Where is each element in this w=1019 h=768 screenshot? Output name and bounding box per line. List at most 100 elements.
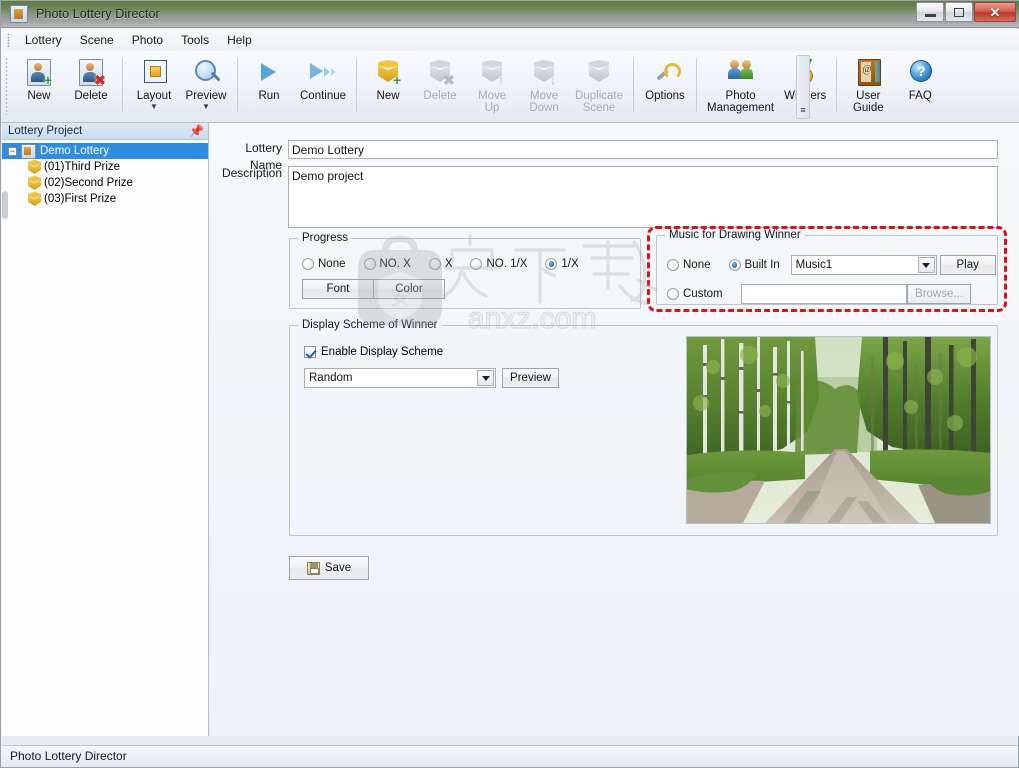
run-play-icon bbox=[254, 57, 284, 87]
progress-radio-no-x[interactable]: NO. X bbox=[363, 258, 411, 270]
music-group-title: Music for Drawing Winner bbox=[665, 229, 805, 241]
music-browse-button[interactable]: Browse... bbox=[907, 284, 971, 304]
progress-radio-x[interactable]: X bbox=[428, 258, 453, 270]
ribbon-user-guide-button[interactable]: User Guide bbox=[842, 53, 894, 116]
chevron-down-icon[interactable] bbox=[917, 257, 935, 273]
ribbon-faq-button[interactable]: ? FAQ bbox=[894, 53, 946, 104]
ribbon-options-button[interactable]: Options bbox=[639, 53, 691, 104]
panel-title: Lottery Project bbox=[8, 125, 83, 137]
description-input[interactable] bbox=[288, 166, 998, 228]
ribbon-new-scene-button[interactable]: + New bbox=[362, 53, 414, 104]
ribbon-separator bbox=[696, 58, 697, 112]
menu-item-photo[interactable]: Photo bbox=[123, 30, 172, 50]
radio-label: Built In bbox=[744, 259, 780, 271]
radio-label: None bbox=[683, 259, 711, 271]
display-scheme-preview-button[interactable]: Preview bbox=[502, 368, 559, 388]
display-scheme-group-title: Display Scheme of Winner bbox=[298, 319, 442, 331]
tree-item-first-prize[interactable]: (03)First Prize bbox=[2, 191, 208, 207]
description-row: Description bbox=[210, 166, 998, 228]
ribbon-button-label: Layout bbox=[136, 90, 172, 102]
chevron-down-icon[interactable]: ▼ bbox=[202, 103, 210, 111]
tree-item-second-prize[interactable]: (02)Second Prize bbox=[2, 175, 208, 191]
checkbox-label: Enable Display Scheme bbox=[321, 346, 444, 358]
ribbon-preview-button[interactable]: Preview ▼ bbox=[180, 53, 232, 112]
close-icon: ✕ bbox=[989, 4, 1001, 20]
menu-item-scene[interactable]: Scene bbox=[71, 30, 123, 50]
ribbon-expand-button[interactable]: ≡ bbox=[796, 55, 810, 119]
new-lottery-icon: + bbox=[24, 57, 54, 87]
save-button[interactable]: Save bbox=[289, 556, 369, 580]
ribbon-layout-button[interactable]: Layout ▼ bbox=[128, 53, 180, 112]
tree-item-label: (03)First Prize bbox=[44, 193, 117, 205]
status-bar: Photo Lottery Director bbox=[2, 745, 1018, 766]
menu-grip-handle[interactable] bbox=[7, 33, 10, 47]
radio-label: NO. X bbox=[379, 258, 411, 270]
ribbon-button-label: New bbox=[376, 90, 400, 102]
tree-item-third-prize[interactable]: (01)Third Prize bbox=[2, 159, 208, 175]
tree-item-demo-lottery[interactable]: − Demo Lottery bbox=[2, 143, 208, 159]
ribbon-button-label: Continue bbox=[300, 90, 347, 102]
music-radio-none[interactable]: None bbox=[667, 259, 711, 271]
close-button[interactable]: ✕ bbox=[974, 2, 1016, 22]
scene-cube-icon bbox=[28, 160, 41, 174]
status-text: Photo Lottery Director bbox=[10, 749, 127, 763]
music-play-button[interactable]: Play bbox=[939, 255, 996, 275]
music-builtin-row: None Built In Music1 Play bbox=[667, 255, 996, 275]
radio-label: Custom bbox=[683, 288, 723, 300]
music-custom-row: Custom Browse... bbox=[667, 284, 971, 304]
ribbon-button-label: Options bbox=[645, 90, 685, 102]
display-scheme-group: Display Scheme of Winner Enable Display … bbox=[289, 319, 998, 536]
duplicate-scene-icon bbox=[584, 57, 614, 87]
chevron-down-icon[interactable]: ▼ bbox=[150, 103, 158, 111]
ribbon-move-down-button: ↓ Move Down bbox=[518, 53, 570, 116]
progress-radio-1x[interactable]: 1/X bbox=[545, 258, 579, 270]
menu-bar: Lottery Scene Photo Tools Help bbox=[1, 29, 1019, 51]
ribbon-separator bbox=[836, 58, 838, 112]
enable-display-scheme-checkbox[interactable]: Enable Display Scheme bbox=[304, 346, 443, 358]
panel-header: Lottery Project 📌 bbox=[2, 123, 208, 140]
radio-icon bbox=[470, 258, 483, 270]
ribbon-photo-management-button[interactable]: Photo Management bbox=[702, 53, 779, 116]
menu-item-tools[interactable]: Tools bbox=[172, 30, 218, 50]
music-builtin-combo[interactable]: Music1 bbox=[790, 255, 937, 275]
radio-label: X bbox=[444, 258, 453, 270]
ribbon-continue-button[interactable]: Continue bbox=[295, 53, 351, 104]
music-radio-custom[interactable]: Custom bbox=[667, 288, 741, 300]
panel-scrollbar-thumb[interactable] bbox=[2, 191, 8, 219]
chevron-down-icon[interactable] bbox=[477, 370, 494, 386]
pin-icon[interactable]: 📌 bbox=[189, 125, 204, 137]
minimize-button[interactable] bbox=[916, 2, 944, 22]
ribbon-button-label: Delete bbox=[74, 90, 108, 102]
menu-item-lottery[interactable]: Lottery bbox=[16, 30, 71, 50]
ribbon-separator bbox=[122, 58, 123, 112]
title-bar: Photo Lottery Director ✕ bbox=[1, 1, 1019, 28]
music-custom-path-input[interactable] bbox=[741, 284, 907, 304]
minimize-icon bbox=[924, 14, 936, 17]
progress-radio-no-1x[interactable]: NO. 1/X bbox=[470, 258, 527, 270]
ribbon-grip-handle[interactable] bbox=[5, 57, 8, 115]
progress-radio-none[interactable]: None bbox=[302, 258, 346, 270]
progress-color-button[interactable]: Color bbox=[373, 279, 445, 299]
ribbon-separator bbox=[356, 58, 358, 112]
ribbon-delete-lottery-button[interactable]: ✖ Delete bbox=[65, 53, 117, 104]
display-scheme-combo[interactable]: Random bbox=[304, 368, 496, 388]
radio-icon bbox=[428, 258, 441, 270]
progress-radio-group: None NO. X X NO. 1/X 1/X bbox=[302, 258, 597, 270]
ribbon-button-label: FAQ bbox=[908, 90, 932, 102]
lottery-name-input[interactable] bbox=[288, 140, 998, 159]
music-radio-builtin[interactable]: Built In bbox=[728, 259, 780, 271]
music-group: Music for Drawing Winner None Built In M… bbox=[656, 229, 998, 305]
floppy-disk-icon bbox=[306, 561, 320, 575]
ribbon-run-button[interactable]: Run bbox=[243, 53, 295, 104]
menu-item-help[interactable]: Help bbox=[218, 30, 261, 50]
ribbon-button-label: Run bbox=[258, 90, 280, 102]
ribbon-separator bbox=[633, 58, 634, 112]
maximize-button[interactable] bbox=[945, 2, 973, 22]
progress-group: Progress None NO. X X NO. 1/X 1/X Font C… bbox=[289, 232, 641, 309]
move-up-icon: ↑ bbox=[477, 57, 507, 87]
progress-font-button[interactable]: Font bbox=[302, 279, 374, 299]
tree-expander-icon[interactable]: − bbox=[8, 146, 17, 156]
ribbon-button-label: Move Up bbox=[477, 90, 507, 114]
ribbon-new-lottery-button[interactable]: + New bbox=[13, 53, 65, 104]
ribbon-button-label: Delete bbox=[423, 90, 457, 102]
